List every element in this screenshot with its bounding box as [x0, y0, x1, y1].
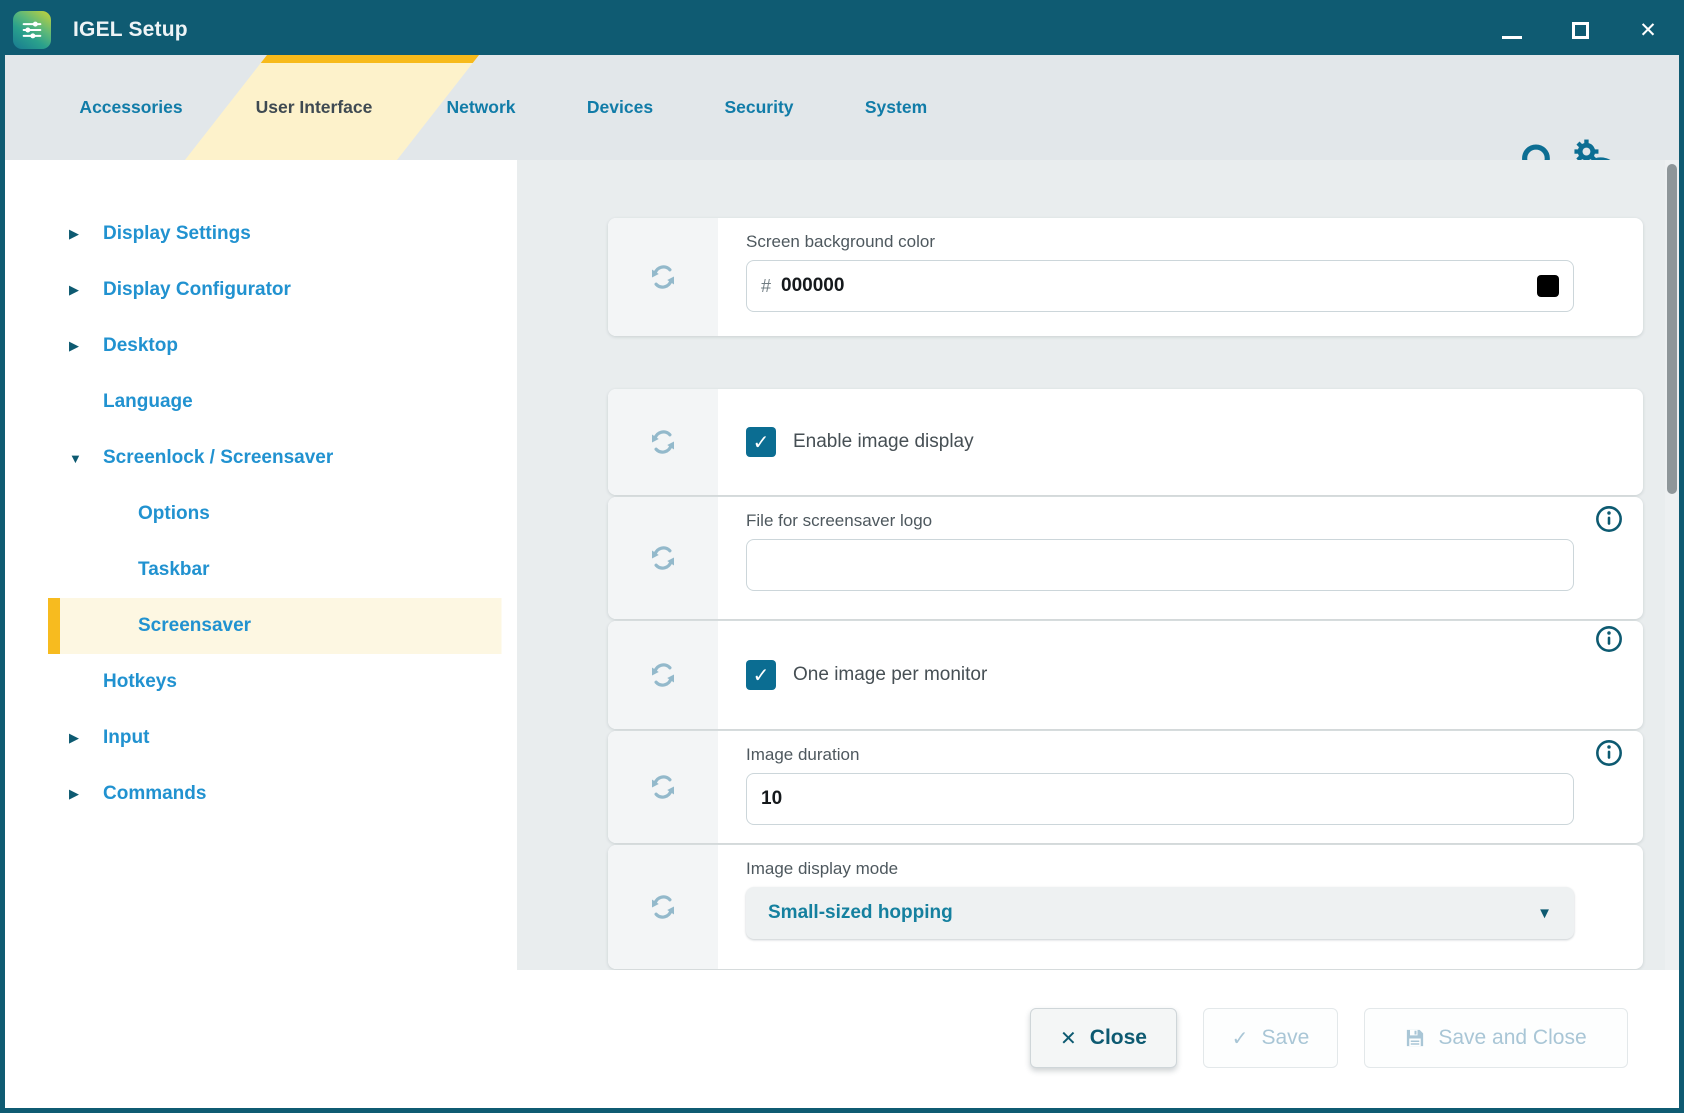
- sidebar-item-display-settings[interactable]: ▶ Display Settings: [5, 206, 517, 262]
- screensaver-logo-file-input[interactable]: [761, 554, 1559, 576]
- checkbox-label: One image per monitor: [793, 664, 987, 686]
- tab-accessories[interactable]: Accessories: [79, 55, 182, 160]
- dropdown-value: Small-sized hopping: [768, 902, 1537, 924]
- reset-icon: [648, 262, 678, 292]
- maximize-icon[interactable]: [1569, 19, 1591, 41]
- field-label: File for screensaver logo: [746, 511, 1613, 531]
- collapsed-arrow-icon[interactable]: ▶: [69, 786, 103, 802]
- tab-security[interactable]: Security: [724, 55, 793, 160]
- sidebar-nav: ▶ Display Settings ▶ Display Configurato…: [5, 160, 517, 1108]
- sliders-icon: [17, 15, 47, 45]
- sidebar-item-commands[interactable]: ▶ Commands: [5, 766, 517, 822]
- one-image-per-monitor-row: ✓ One image per monitor: [608, 621, 1643, 729]
- tab-network[interactable]: Network: [446, 55, 515, 160]
- field-label: Image display mode: [746, 859, 1613, 879]
- collapsed-arrow-icon[interactable]: ▶: [69, 730, 103, 746]
- check-icon: ✓: [1232, 1026, 1249, 1051]
- info-icon[interactable]: [1595, 625, 1623, 653]
- tab-user-interface[interactable]: User Interface: [256, 55, 373, 160]
- minimize-icon[interactable]: [1501, 19, 1523, 41]
- field-label: Screen background color: [746, 232, 1613, 252]
- save-and-close-button[interactable]: Save and Close: [1364, 1008, 1628, 1068]
- reset-parameter-button[interactable]: [608, 731, 718, 843]
- titlebar: IGEL Setup ✕: [5, 5, 1679, 55]
- one-image-per-monitor-checkbox[interactable]: ✓: [746, 660, 776, 690]
- image-display-mode-row: Image display mode Small-sized hopping ▼: [608, 845, 1643, 969]
- close-button[interactable]: ✕ Close: [1030, 1008, 1177, 1068]
- scrollbar-thumb[interactable]: [1667, 164, 1677, 494]
- window-title: IGEL Setup: [73, 18, 188, 42]
- screen-background-color-row: Screen background color #: [608, 218, 1643, 336]
- reset-parameter-button[interactable]: [608, 621, 718, 729]
- settings-tree: ▶ Display Settings ▶ Display Configurato…: [5, 160, 517, 822]
- sidebar-item-input[interactable]: ▶ Input: [5, 710, 517, 766]
- settings-visibility-icon[interactable]: [1569, 135, 1617, 160]
- enable-image-display-row: ✓ Enable image display: [608, 389, 1643, 495]
- tab-bar: Accessories User Interface Network Devic…: [5, 55, 1679, 160]
- content-scrollbar[interactable]: [1665, 160, 1679, 970]
- settings-content-panel: Screen background color #: [517, 160, 1679, 970]
- search-icon[interactable]: [1519, 141, 1561, 160]
- color-swatch[interactable]: [1537, 275, 1559, 297]
- screen-background-color-input[interactable]: [781, 275, 1537, 297]
- reset-icon: [648, 427, 678, 457]
- expanded-arrow-icon[interactable]: ▼: [69, 451, 103, 466]
- reset-parameter-button[interactable]: [608, 218, 718, 336]
- reset-icon: [648, 892, 678, 922]
- reset-icon: [648, 543, 678, 573]
- reset-parameter-button[interactable]: [608, 497, 718, 619]
- save-button[interactable]: ✓ Save: [1203, 1008, 1338, 1068]
- sidebar-item-hotkeys[interactable]: Hotkeys: [5, 654, 517, 710]
- reset-icon: [648, 660, 678, 690]
- image-display-mode-dropdown[interactable]: Small-sized hopping ▼: [746, 887, 1574, 939]
- image-duration-row: Image duration: [608, 731, 1643, 843]
- logo-file-input-box: [746, 539, 1574, 591]
- collapsed-arrow-icon[interactable]: ▶: [69, 282, 103, 298]
- footer-button-bar: ✕ Close ✓ Save Save and Close: [517, 970, 1679, 1108]
- floppy-disk-icon: [1405, 1028, 1425, 1048]
- tab-system[interactable]: System: [865, 55, 927, 160]
- screensaver-logo-file-row: File for screensaver logo: [608, 497, 1643, 619]
- sidebar-item-taskbar[interactable]: Taskbar: [5, 542, 517, 598]
- reset-parameter-button[interactable]: [608, 389, 718, 495]
- window-controls: ✕: [1501, 19, 1659, 41]
- field-label: Image duration: [746, 745, 1613, 765]
- igel-app-icon: [13, 11, 51, 49]
- hex-prefix: #: [761, 276, 771, 297]
- sidebar-item-desktop[interactable]: ▶ Desktop: [5, 318, 517, 374]
- sidebar-item-screensaver[interactable]: Screensaver: [5, 598, 517, 654]
- reset-icon: [648, 772, 678, 802]
- tab-devices[interactable]: Devices: [587, 55, 653, 160]
- duration-input-box: [746, 773, 1574, 825]
- info-icon[interactable]: [1595, 739, 1623, 767]
- collapsed-arrow-icon[interactable]: ▶: [69, 226, 103, 242]
- sidebar-item-screenlock-screensaver[interactable]: ▼ Screenlock / Screensaver: [5, 430, 517, 486]
- close-x-icon: ✕: [1060, 1026, 1077, 1051]
- sidebar-item-display-configurator[interactable]: ▶ Display Configurator: [5, 262, 517, 318]
- checkbox-label: Enable image display: [793, 431, 974, 453]
- sidebar-item-language[interactable]: Language: [5, 374, 517, 430]
- enable-image-display-checkbox[interactable]: ✓: [746, 427, 776, 457]
- reset-parameter-button[interactable]: [608, 845, 718, 969]
- igel-setup-window: IGEL Setup ✕ Accessories User Interface …: [0, 0, 1684, 1113]
- sidebar-item-options[interactable]: Options: [5, 486, 517, 542]
- chevron-down-icon: ▼: [1537, 905, 1552, 922]
- info-icon[interactable]: [1595, 505, 1623, 533]
- image-duration-input[interactable]: [761, 788, 1559, 810]
- color-input-box: #: [746, 260, 1574, 312]
- collapsed-arrow-icon[interactable]: ▶: [69, 338, 103, 354]
- close-window-icon[interactable]: ✕: [1637, 19, 1659, 41]
